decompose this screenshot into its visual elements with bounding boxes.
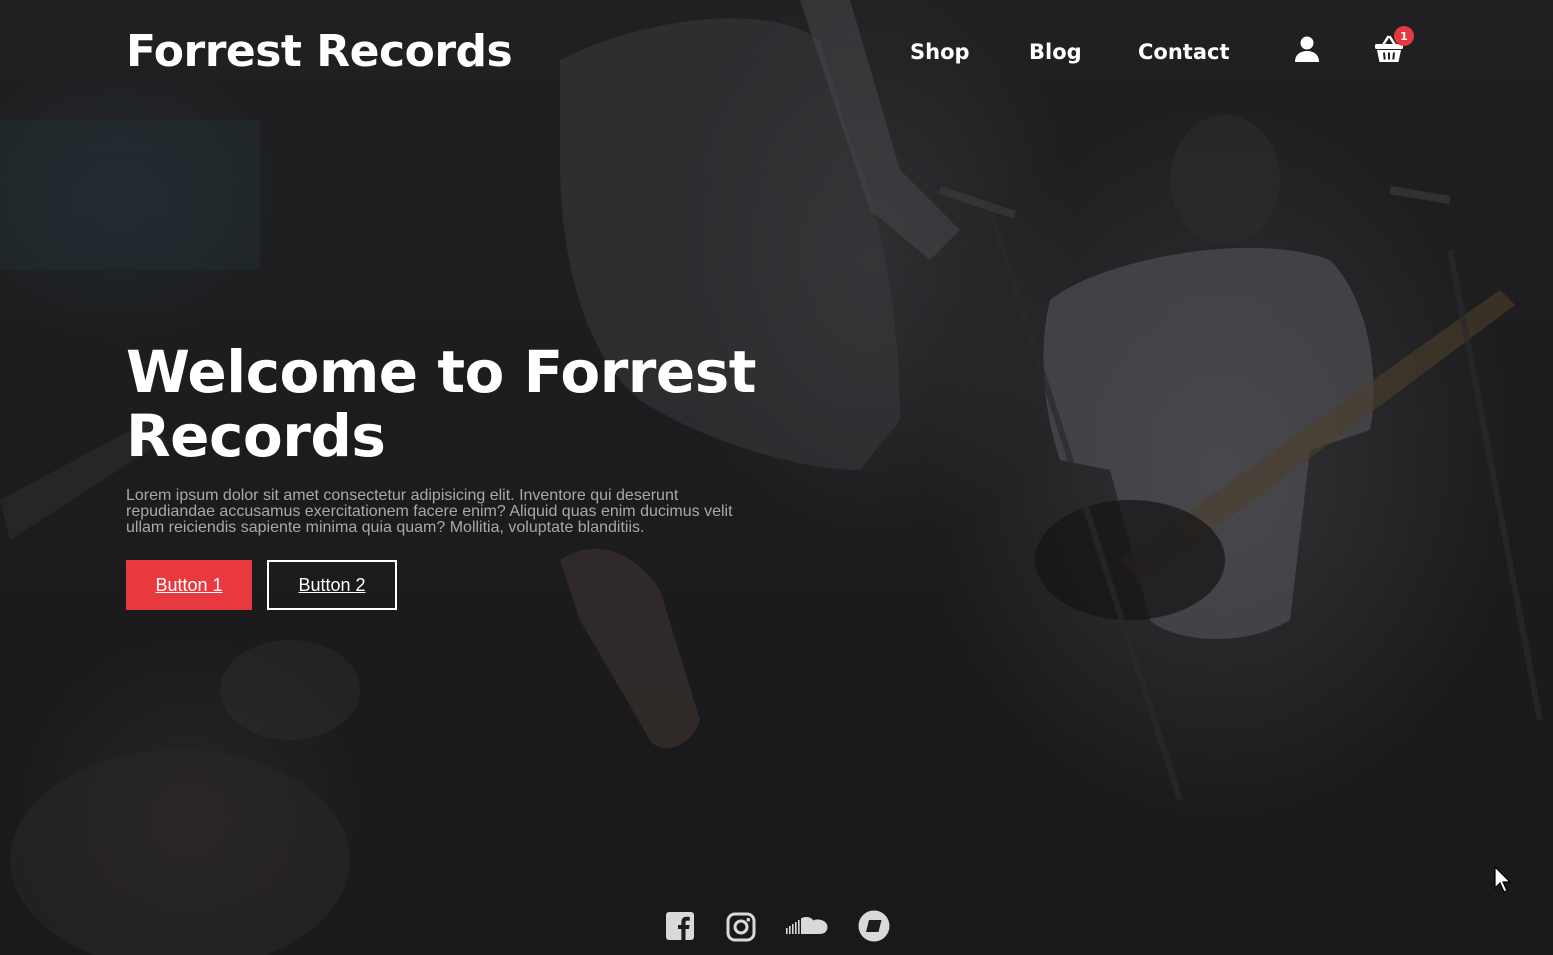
soundcloud-icon[interactable] — [786, 916, 828, 940]
button-2[interactable]: Button 2 — [267, 560, 397, 610]
page: Forrest Records Shop Blog Contact 1 Welc… — [0, 0, 1553, 955]
hero-description: Lorem ipsum dolor sit amet consectetur a… — [126, 487, 733, 536]
cart-count-badge: 1 — [1394, 26, 1414, 46]
facebook-icon[interactable] — [666, 912, 694, 944]
mouse-cursor-icon — [1494, 866, 1512, 893]
bandcamp-icon[interactable] — [858, 910, 890, 946]
instagram-icon[interactable] — [726, 912, 756, 946]
hero-buttons: Button 1 Button 2 — [126, 560, 806, 610]
hero-section: Welcome to Forrest Records Lorem ipsum d… — [126, 340, 806, 610]
nav-link-blog[interactable]: Blog — [1029, 40, 1082, 64]
user-icon[interactable] — [1292, 34, 1322, 64]
site-header: Forrest Records Shop Blog Contact 1 — [126, 22, 1414, 82]
hero-title: Welcome to Forrest Records — [126, 338, 757, 470]
button-1[interactable]: Button 1 — [126, 560, 252, 610]
nav-link-contact[interactable]: Contact — [1138, 40, 1230, 64]
site-logo[interactable]: Forrest Records — [126, 26, 513, 77]
nav-link-shop[interactable]: Shop — [910, 40, 970, 64]
